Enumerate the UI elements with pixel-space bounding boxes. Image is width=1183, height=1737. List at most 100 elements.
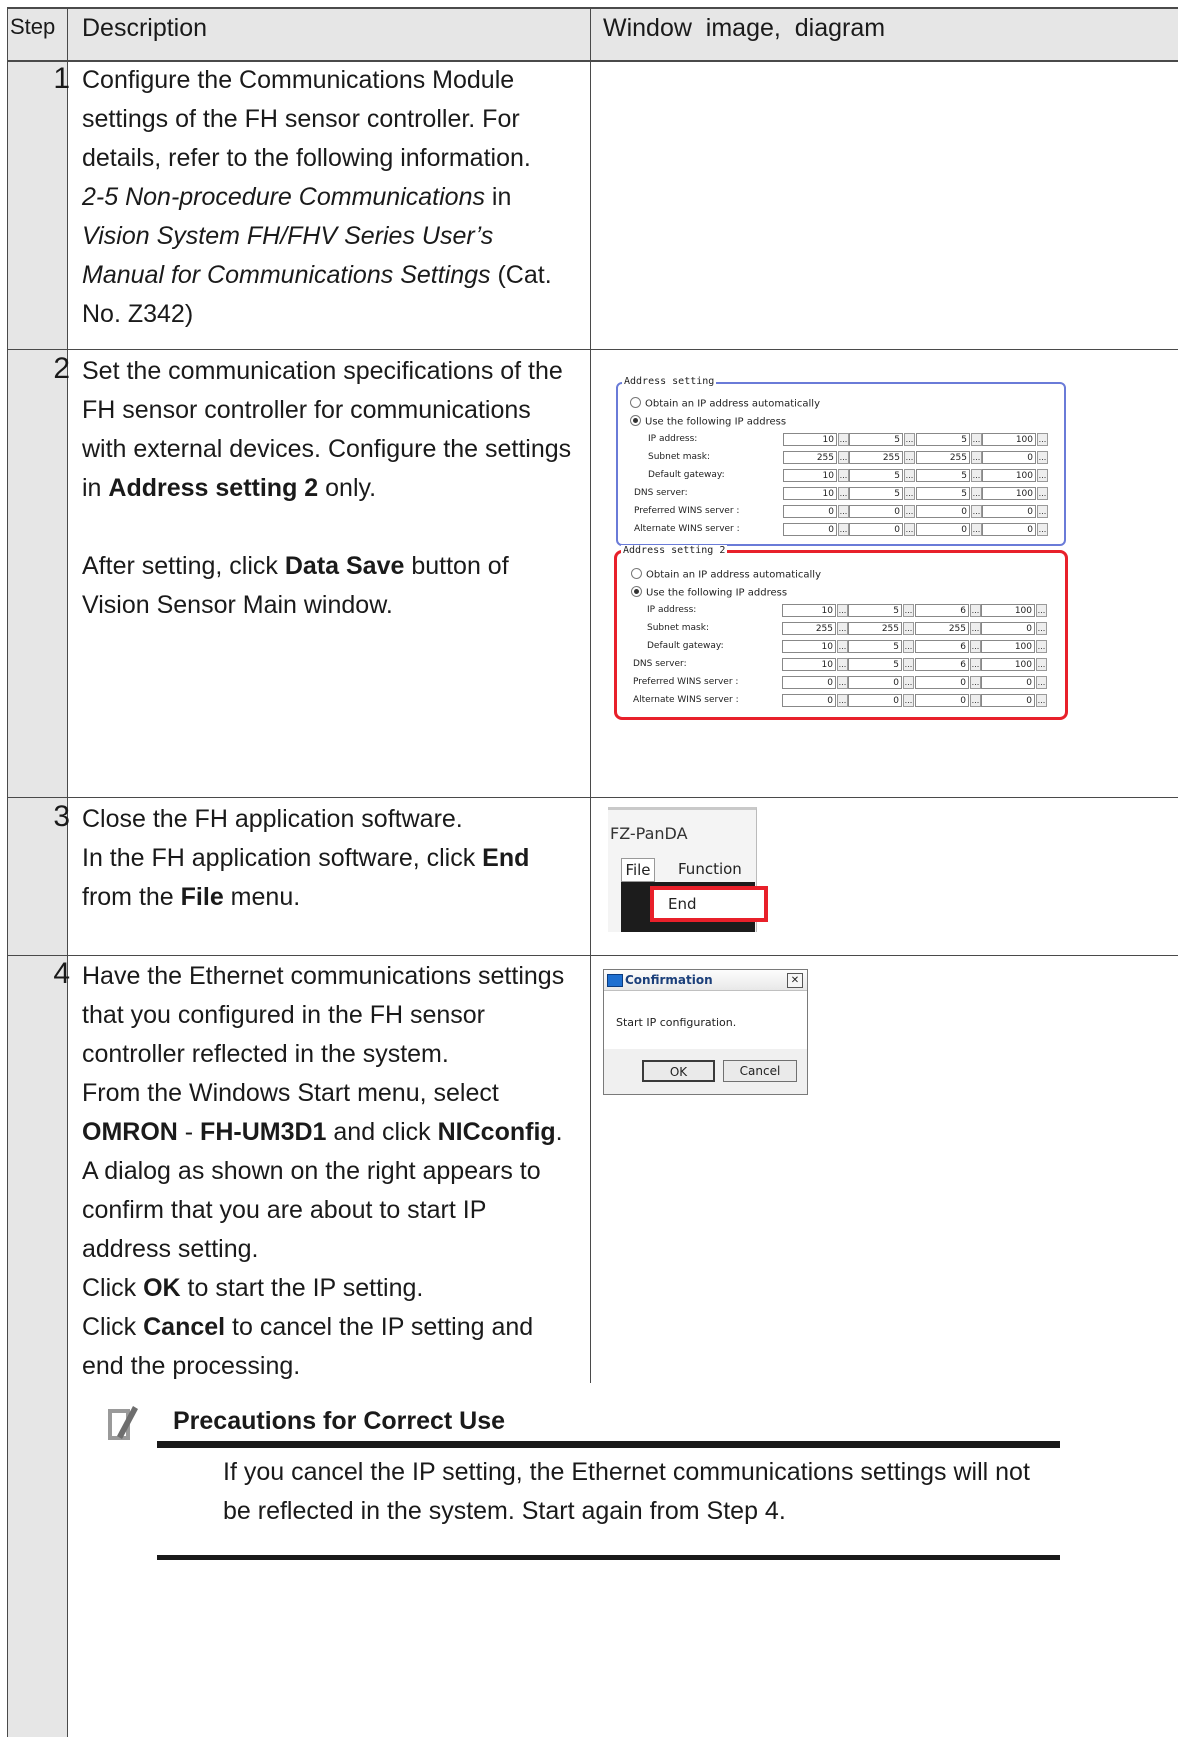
ip-octet-field[interactable]: 255 xyxy=(783,451,837,464)
octet-picker-button[interactable]: ... xyxy=(971,523,982,536)
octet-picker-button[interactable]: ... xyxy=(971,505,982,518)
octet-picker-button[interactable]: ... xyxy=(1036,640,1047,653)
octet-picker-button[interactable]: ... xyxy=(1036,676,1047,689)
ip-octet-field[interactable]: 5 xyxy=(849,487,903,500)
ip-octet-field[interactable]: 100 xyxy=(982,433,1036,446)
ip-octet-field[interactable]: 100 xyxy=(981,658,1035,671)
ip-octet-field[interactable]: 0 xyxy=(916,505,970,518)
octet-picker-button[interactable]: ... xyxy=(903,604,914,617)
ip-octet-field[interactable]: 100 xyxy=(982,469,1036,482)
file-menu[interactable]: File xyxy=(621,858,655,882)
ip-octet-field[interactable]: 100 xyxy=(982,487,1036,500)
ip-octet-field[interactable]: 0 xyxy=(849,505,903,518)
ip-octet-field[interactable]: 255 xyxy=(916,451,970,464)
octet-picker-button[interactable]: ... xyxy=(838,469,849,482)
octet-picker-button[interactable]: ... xyxy=(837,658,848,671)
octet-picker-button[interactable]: ... xyxy=(970,694,981,707)
ip-octet-field[interactable]: 10 xyxy=(782,640,836,653)
ip-octet-field[interactable]: 0 xyxy=(982,505,1036,518)
octet-picker-button[interactable]: ... xyxy=(1037,469,1048,482)
ip-octet-field[interactable]: 0 xyxy=(849,523,903,536)
ok-button[interactable]: OK xyxy=(642,1060,715,1082)
octet-picker-button[interactable]: ... xyxy=(1037,523,1048,536)
ip-octet-field[interactable]: 10 xyxy=(783,433,837,446)
obtain-auto-radio-1[interactable]: Obtain an IP address automatically xyxy=(630,397,820,410)
ip-octet-field[interactable]: 5 xyxy=(849,433,903,446)
use-following-radio-2[interactable]: Use the following IP address xyxy=(631,586,787,599)
octet-picker-button[interactable]: ... xyxy=(838,433,849,446)
octet-picker-button[interactable]: ... xyxy=(904,433,915,446)
close-icon[interactable]: ✕ xyxy=(787,973,803,988)
ip-octet-field[interactable]: 5 xyxy=(848,604,902,617)
function-menu[interactable]: Function xyxy=(678,860,742,878)
ip-octet-field[interactable]: 0 xyxy=(848,676,902,689)
octet-picker-button[interactable]: ... xyxy=(837,604,848,617)
ip-octet-field[interactable]: 100 xyxy=(981,604,1035,617)
ip-octet-field[interactable]: 5 xyxy=(916,433,970,446)
octet-picker-button[interactable]: ... xyxy=(970,658,981,671)
ip-octet-field[interactable]: 5 xyxy=(916,487,970,500)
octet-picker-button[interactable]: ... xyxy=(838,487,849,500)
octet-picker-button[interactable]: ... xyxy=(970,640,981,653)
octet-picker-button[interactable]: ... xyxy=(971,451,982,464)
ip-octet-field[interactable]: 6 xyxy=(915,604,969,617)
octet-picker-button[interactable]: ... xyxy=(903,640,914,653)
octet-picker-button[interactable]: ... xyxy=(1036,658,1047,671)
ip-octet-field[interactable]: 0 xyxy=(981,622,1035,635)
octet-picker-button[interactable]: ... xyxy=(903,622,914,635)
octet-picker-button[interactable]: ... xyxy=(1037,505,1048,518)
ip-octet-field[interactable]: 10 xyxy=(782,604,836,617)
ip-octet-field[interactable]: 5 xyxy=(848,658,902,671)
ip-octet-field[interactable]: 10 xyxy=(783,469,837,482)
ip-octet-field[interactable]: 0 xyxy=(783,523,837,536)
octet-picker-button[interactable]: ... xyxy=(904,469,915,482)
octet-picker-button[interactable]: ... xyxy=(904,505,915,518)
octet-picker-button[interactable]: ... xyxy=(1037,433,1048,446)
octet-picker-button[interactable]: ... xyxy=(838,523,849,536)
octet-picker-button[interactable]: ... xyxy=(971,433,982,446)
ip-octet-field[interactable]: 6 xyxy=(915,658,969,671)
ip-octet-field[interactable]: 0 xyxy=(981,676,1035,689)
octet-picker-button[interactable]: ... xyxy=(1037,451,1048,464)
octet-picker-button[interactable]: ... xyxy=(1036,604,1047,617)
octet-picker-button[interactable]: ... xyxy=(971,469,982,482)
ip-octet-field[interactable]: 6 xyxy=(915,640,969,653)
octet-picker-button[interactable]: ... xyxy=(837,676,848,689)
ip-octet-field[interactable]: 255 xyxy=(848,622,902,635)
octet-picker-button[interactable]: ... xyxy=(837,694,848,707)
ip-octet-field[interactable]: 0 xyxy=(782,694,836,707)
ip-octet-field[interactable]: 255 xyxy=(782,622,836,635)
octet-picker-button[interactable]: ... xyxy=(904,487,915,500)
ip-octet-field[interactable]: 255 xyxy=(849,451,903,464)
ip-octet-field[interactable]: 10 xyxy=(783,487,837,500)
octet-picker-button[interactable]: ... xyxy=(838,505,849,518)
octet-picker-button[interactable]: ... xyxy=(904,523,915,536)
ip-octet-field[interactable]: 5 xyxy=(848,640,902,653)
ip-octet-field[interactable]: 0 xyxy=(981,694,1035,707)
octet-picker-button[interactable]: ... xyxy=(1036,694,1047,707)
obtain-auto-radio-2[interactable]: Obtain an IP address automatically xyxy=(631,568,821,581)
ip-octet-field[interactable]: 0 xyxy=(982,451,1036,464)
ip-octet-field[interactable]: 0 xyxy=(915,676,969,689)
octet-picker-button[interactable]: ... xyxy=(1037,487,1048,500)
octet-picker-button[interactable]: ... xyxy=(903,658,914,671)
octet-picker-button[interactable]: ... xyxy=(971,487,982,500)
octet-picker-button[interactable]: ... xyxy=(838,451,849,464)
ip-octet-field[interactable]: 0 xyxy=(783,505,837,518)
octet-picker-button[interactable]: ... xyxy=(903,694,914,707)
octet-picker-button[interactable]: ... xyxy=(970,676,981,689)
octet-picker-button[interactable]: ... xyxy=(970,604,981,617)
ip-octet-field[interactable]: 0 xyxy=(916,523,970,536)
end-menu-item[interactable]: End xyxy=(650,886,768,922)
ip-octet-field[interactable]: 5 xyxy=(849,469,903,482)
octet-picker-button[interactable]: ... xyxy=(1036,622,1047,635)
ip-octet-field[interactable]: 0 xyxy=(915,694,969,707)
use-following-radio-1[interactable]: Use the following IP address xyxy=(630,415,786,428)
octet-picker-button[interactable]: ... xyxy=(837,622,848,635)
ip-octet-field[interactable]: 255 xyxy=(915,622,969,635)
cancel-button[interactable]: Cancel xyxy=(723,1060,797,1082)
ip-octet-field[interactable]: 0 xyxy=(848,694,902,707)
ip-octet-field[interactable]: 0 xyxy=(782,676,836,689)
octet-picker-button[interactable]: ... xyxy=(970,622,981,635)
octet-picker-button[interactable]: ... xyxy=(837,640,848,653)
